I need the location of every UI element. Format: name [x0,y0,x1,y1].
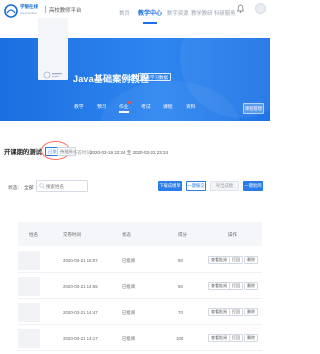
brand-divider [45,6,46,13]
delete-button[interactable]: 删除 [244,308,258,316]
header-name: 姓名 [29,232,38,237]
view-grade-button[interactable]: 查看批阅 [208,308,230,316]
user-avatar[interactable] [255,3,266,14]
nav-home[interactable]: 首页 [119,9,130,17]
view-grade-button[interactable]: 查看批阅 [208,256,230,264]
tab-materials[interactable]: 资料 [186,103,196,110]
table-row: 2020-03-21 14:55 已批阅 60 查看批阅 打回 删除 [18,274,262,299]
return-button[interactable]: 打回 [229,308,243,316]
row-score: 80 [178,258,183,263]
remind-submit-button[interactable]: 一键催交 [186,181,206,191]
delete-button[interactable]: 删除 [244,256,258,264]
submit-time: 2020-03-21 14:47 [63,310,98,315]
row-score: 60 [178,284,183,289]
export-scores-button[interactable]: 导出成绩 [210,181,239,191]
status-filter-label: 状态: [8,186,19,191]
row-status: 已批阅 [122,258,136,263]
row-status: 已批阅 [122,336,136,341]
table-header: 姓名 交卷时间 状态 得分 操作 [18,222,262,246]
row-score: 70 [178,310,183,315]
return-button[interactable]: 打回 [229,282,243,290]
tab-exam[interactable]: 考试 [141,103,151,110]
student-avatar [18,329,40,348]
status-filter-select[interactable]: 全部 [24,184,34,191]
tab-homework[interactable]: 作业 [119,103,129,110]
table-row: 2020-03-21 15:07 已批阅 80 查看批阅 打回 删除 [18,248,262,273]
course-cover-logo-icon [43,71,62,79]
course-manage-button[interactable]: 课程管理 [243,103,264,114]
header-submit-time: 交卷时间 [63,232,81,237]
row-score: 100 [176,336,184,341]
answer-time-value: 2020-03-19 22:24 至 2020-03-22 23:24 [90,150,169,155]
batch-grade-button[interactable]: 一键批阅 [243,181,263,191]
header-actions: 操作 [228,232,237,237]
nav-teaching-research[interactable]: 教学教研 [191,9,213,17]
header-status: 状态 [122,232,131,237]
download-scores-button[interactable]: 下载成绩单 [158,181,182,191]
search-icon [39,183,45,189]
nav-digital-resources[interactable]: 数字资源 [167,9,189,17]
return-button[interactable]: 打回 [229,256,243,264]
platform-title: 高校教师平台 [49,8,82,14]
tab-active-indicator [119,111,129,113]
submit-time: 2020-03-21 14:55 [63,284,98,289]
edit-icon[interactable] [128,73,136,81]
view-grade-button[interactable]: 查看批阅 [208,334,230,342]
nav-teaching-center[interactable]: 教学中心 [138,8,162,17]
xueyin-logo-icon[interactable] [4,4,18,18]
row-status: 已批阅 [122,284,136,289]
submit-time: 2020-03-21 14:17 [63,336,98,341]
student-avatar [18,277,40,296]
student-avatar [18,251,40,270]
student-avatar [18,303,40,322]
tab-teaching[interactable]: 教学 [74,103,84,110]
bell-icon[interactable] [237,4,244,13]
table-row: 2020-03-21 14:17 已批阅 100 查看批阅 打回 删除 [18,326,262,351]
row-status: 已批阅 [122,310,136,315]
delete-button[interactable]: 删除 [244,282,258,290]
nav-active-indicator [143,22,157,24]
learning-data-badge[interactable]: 查看学习数据 [138,73,171,81]
nav-research-service[interactable]: 科研服务 [214,9,236,17]
homework-notification-dot [128,101,131,104]
brand-name: 学银在线 [20,4,38,9]
tab-preview[interactable]: 预习 [97,103,107,110]
delete-button[interactable]: 删除 [244,334,258,342]
header-score: 得分 [178,232,187,237]
brand-subtitle: xueyinonline [20,11,37,15]
table-row: 2020-03-21 14:47 已批阅 70 查看批阅 打回 删除 [18,300,262,325]
submit-time: 2020-03-21 15:07 [63,258,98,263]
return-button[interactable]: 打回 [229,334,243,342]
tab-course[interactable]: 课程 [163,103,173,110]
view-grade-button[interactable]: 查看批阅 [208,282,230,290]
assignment-title: 开课期的测试 [4,149,42,156]
